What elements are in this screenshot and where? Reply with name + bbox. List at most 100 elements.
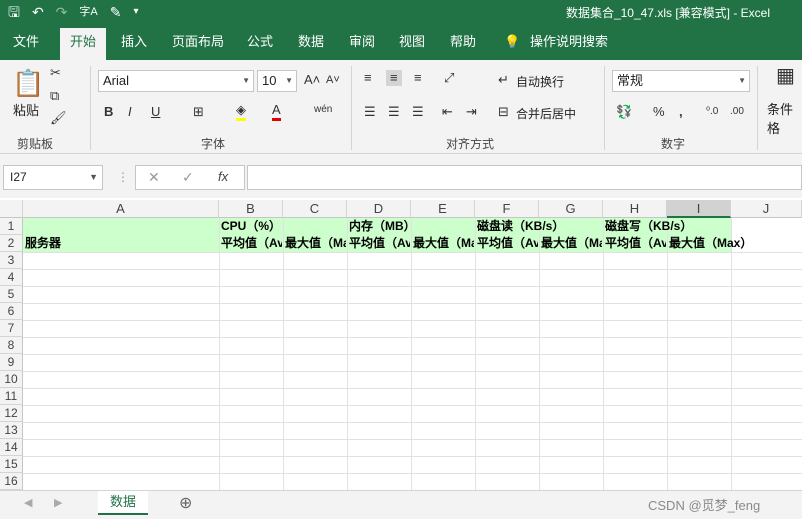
fill-color-icon[interactable]: ◈ [236,102,246,121]
add-sheet-icon[interactable]: ⊕ [179,493,192,513]
cell-E2[interactable]: 最大值（Max） [413,235,474,252]
merge-center-button[interactable]: 合并后居中 [516,105,576,122]
bold-icon[interactable]: B [104,104,113,120]
font-name-select[interactable]: Arial ▼ [98,70,254,92]
align-left-icon[interactable]: ☰ [364,104,376,120]
insert-function-icon[interactable]: fx [218,169,228,184]
tab-data[interactable]: 数据 [298,34,324,50]
column-header-C[interactable]: C [283,200,347,218]
decrease-indent-icon[interactable]: ⇤ [442,104,453,120]
comma-icon[interactable]: , [679,104,683,120]
save-icon[interactable]: 🖫 [8,3,20,21]
underline-icon[interactable]: U [151,104,160,120]
paste-button[interactable]: 粘贴 [13,100,39,119]
column-header-E[interactable]: E [411,200,475,218]
name-box[interactable]: I27 ▼ [3,165,103,190]
row-header-6[interactable]: 6 [0,303,23,320]
tab-file[interactable]: 文件 [13,34,39,50]
cell-B1[interactable]: CPU（%） [221,218,345,235]
tab-view[interactable]: 视图 [399,34,425,50]
font-size-select[interactable]: 10 ▼ [257,70,297,92]
tab-home[interactable]: 开始 [60,28,107,60]
column-header-B[interactable]: B [219,200,283,218]
row-header-8[interactable]: 8 [0,337,23,354]
tab-review[interactable]: 审阅 [349,34,375,50]
spellcheck-icon[interactable]: 字A [79,3,97,21]
align-top-icon[interactable]: ≡ [364,70,372,86]
scroll-right-icon[interactable]: ▶ [54,496,62,509]
select-all-corner[interactable] [0,200,23,218]
tab-formulas[interactable]: 公式 [247,34,273,50]
column-header-A[interactable]: A [23,200,219,218]
formula-input[interactable] [247,165,802,190]
format-painter-icon[interactable]: ✎ [110,3,122,21]
paste-icon[interactable]: 📋 [12,68,44,98]
scroll-left-icon[interactable]: ◀ [24,496,32,509]
cancel-icon[interactable]: ✕ [148,169,160,186]
column-header-I[interactable]: I [667,200,731,218]
row-header-16[interactable]: 16 [0,473,23,490]
number-format-select[interactable]: 常规 ▼ [612,70,750,92]
cell-C2[interactable]: 最大值（Max） [285,235,346,252]
row-header-2[interactable]: 2 [0,235,23,252]
align-center-icon[interactable]: ☰ [388,104,400,120]
row-header-13[interactable]: 13 [0,422,23,439]
italic-icon[interactable]: I [128,104,132,120]
tell-me-search[interactable]: 操作说明搜索 [530,34,608,50]
tab-insert[interactable]: 插入 [121,34,147,50]
row-header-4[interactable]: 4 [0,269,23,286]
redo-icon[interactable]: ↷ [56,3,68,21]
cell-I2[interactable]: 最大值（Max） [669,235,799,252]
increase-decimal-icon[interactable]: ⁰.0 [706,104,718,120]
align-bottom-icon[interactable]: ≡ [414,70,422,86]
font-color-icon[interactable]: A [272,102,281,121]
row-header-10[interactable]: 10 [0,371,23,388]
copy-icon[interactable]: ⧉ [50,88,59,104]
row-header-11[interactable]: 11 [0,388,23,405]
border-icon[interactable]: ⊞ [193,104,204,120]
cell-A2[interactable]: 服务器 [25,235,217,252]
align-middle-icon[interactable]: ≡ [386,70,402,86]
column-header-H[interactable]: H [603,200,667,218]
row-header-14[interactable]: 14 [0,439,23,456]
percent-icon[interactable]: % [653,104,665,120]
row-header-3[interactable]: 3 [0,252,23,269]
cell-F2[interactable]: 平均值（Avg） [477,235,538,252]
wrap-text-button[interactable]: 自动换行 [516,73,564,90]
conditional-formatting-icon[interactable]: ▦ [776,66,795,86]
sheet-tab[interactable]: 数据 [98,491,148,515]
column-header-D[interactable]: D [347,200,411,218]
cell-H2[interactable]: 平均值（Avg） [605,235,666,252]
column-header-F[interactable]: F [475,200,539,218]
orientation-icon[interactable]: ⤢ [444,70,454,86]
customize-qat-icon[interactable]: ▾ [133,3,138,21]
cut-icon[interactable]: ✂ [50,65,61,81]
align-right-icon[interactable]: ☰ [412,104,424,120]
format-painter-icon[interactable]: 🖌 [50,110,67,126]
cell-G2[interactable]: 最大值（Max） [541,235,602,252]
currency-icon[interactable]: 💱 [616,104,632,120]
cell-D2[interactable]: 平均值（Avg） [349,235,410,252]
tab-help[interactable]: 帮助 [450,34,476,50]
row-header-1[interactable]: 1 [0,218,23,235]
cell-D1[interactable]: 内存（MB） [349,218,473,235]
decrease-font-icon[interactable]: A˅ [326,72,340,88]
decrease-decimal-icon[interactable]: .00 [730,104,744,120]
column-header-J[interactable]: J [731,200,802,218]
increase-font-icon[interactable]: A˄ [304,72,320,88]
phonetic-icon[interactable]: wén [314,102,332,118]
row-header-9[interactable]: 9 [0,354,23,371]
cell-B2[interactable]: 平均值（Avg） [221,235,282,252]
cell-F1[interactable]: 磁盘读（KB/s） [477,218,601,235]
column-header-G[interactable]: G [539,200,603,218]
row-header-5[interactable]: 5 [0,286,23,303]
worksheet-grid[interactable]: A B C D E F G H I J 1 2 3 4 5 6 7 8 9 10… [0,200,802,490]
tab-page-layout[interactable]: 页面布局 [172,34,224,50]
conditional-formatting-button[interactable]: 条件格 [767,99,802,137]
enter-icon[interactable]: ✓ [182,169,194,186]
undo-icon[interactable]: ↶ [32,3,44,21]
increase-indent-icon[interactable]: ⇥ [466,104,477,120]
cell-H1[interactable]: 磁盘写（KB/s） [605,218,729,235]
row-header-15[interactable]: 15 [0,456,23,473]
row-header-7[interactable]: 7 [0,320,23,337]
